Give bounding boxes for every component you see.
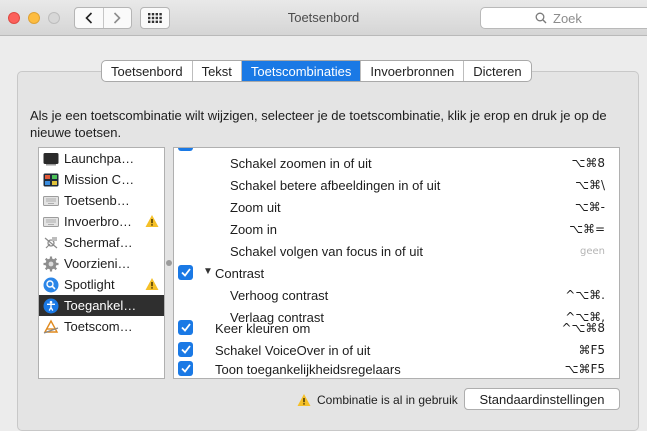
shortcut-row[interactable]: Schakel volgen van focus in of uit geen (174, 240, 619, 262)
tab-toetscombinaties[interactable]: Toetscombinaties (240, 61, 361, 81)
grid-icon (148, 13, 162, 23)
warning-icon (145, 215, 159, 227)
shortcut-group-row[interactable]: ▼ Contrast (174, 262, 619, 284)
show-all-button[interactable] (140, 7, 170, 29)
checkmark-icon (180, 345, 191, 354)
zoom-window-button[interactable] (48, 12, 60, 24)
shortcut-label: Schakel VoiceOver in of uit (215, 343, 371, 358)
category-toegankelijkheid[interactable]: Toegankel… (39, 295, 164, 316)
shortcut-label: Zoom uit (230, 200, 281, 215)
category-toetsenbord[interactable]: Toetsenb… (39, 190, 164, 211)
checkbox-partially-visible[interactable] (178, 148, 193, 151)
category-app-toetscombinaties[interactable]: Toetscom… (39, 316, 164, 337)
disclosure-triangle-icon[interactable]: ▼ (203, 266, 213, 277)
category-launchpad[interactable]: Launchpa… (39, 148, 164, 169)
shortcut-key[interactable]: ⌥⌘= (569, 222, 605, 236)
shortcut-row[interactable]: Zoom in ⌥⌘= (174, 218, 619, 240)
shortcut-key[interactable]: ^⌥⌘. (565, 288, 605, 302)
category-label: Mission C… (64, 172, 135, 187)
tab-tekst[interactable]: Tekst (191, 61, 241, 81)
title-bar: Toetsenbord (0, 0, 647, 36)
warning-icon (297, 394, 311, 406)
category-label: Toegankel… (64, 298, 137, 313)
forward-button[interactable] (102, 8, 132, 28)
tab-bar: Toetsenbord Tekst Toetscombinaties Invoe… (101, 60, 532, 82)
chevron-right-icon (114, 12, 121, 24)
mission-control-icon (43, 172, 59, 188)
conflict-notice: Combinatie is al in gebruik (297, 393, 458, 407)
shortcut-category-list[interactable]: Launchpa… Mission C… Toetsenb… Invoerbro… (38, 147, 165, 379)
split-view-divider-handle[interactable] (166, 260, 172, 266)
category-label: Voorzieni… (64, 256, 131, 271)
category-label: Toetsenb… (64, 193, 130, 208)
shortcut-table[interactable]: Schakel zoomen in of uit ⌥⌘8 Schakel bet… (173, 147, 620, 379)
shortcut-key[interactable]: ⌘F5 (578, 343, 605, 357)
category-spotlight[interactable]: Spotlight (39, 274, 164, 295)
shortcut-row[interactable]: Schakel zoomen in of uit ⌥⌘8 (174, 152, 619, 174)
category-voorzieningen[interactable]: Voorzieni… (39, 253, 164, 274)
shortcut-key[interactable]: ^⌥⌘8 (561, 321, 605, 335)
warning-icon (145, 278, 159, 290)
close-window-button[interactable] (8, 12, 20, 24)
back-button[interactable] (75, 8, 103, 28)
shortcut-label: Schakel volgen van focus in of uit (230, 244, 423, 259)
voiceover-checkbox[interactable] (178, 342, 193, 357)
accessibility-controls-checkbox[interactable] (178, 361, 193, 376)
category-mission-control[interactable]: Mission C… (39, 169, 164, 190)
navigation-buttons (74, 7, 132, 29)
checkmark-icon (180, 364, 191, 373)
search-icon (535, 12, 547, 24)
category-label: Spotlight (64, 277, 115, 292)
instructions-text: Als je een toetscombinatie wilt wijzigen… (30, 108, 607, 140)
shortcut-row[interactable]: Keer kleuren om ^⌥⌘8 (174, 317, 619, 339)
tab-toetsenbord[interactable]: Toetsenbord (102, 61, 192, 81)
shortcut-key[interactable]: ⌥⌘- (575, 200, 605, 214)
services-gear-icon (43, 256, 59, 272)
shortcut-label: Verhoog contrast (230, 288, 329, 303)
invert-colors-checkbox[interactable] (178, 320, 193, 335)
spotlight-icon (43, 277, 59, 293)
minimize-window-button[interactable] (28, 12, 40, 24)
shortcut-label: Zoom in (230, 222, 277, 237)
category-label: Launchpa… (64, 151, 135, 166)
shortcut-key[interactable]: ⌥⌘F5 (565, 362, 605, 376)
input-sources-icon (43, 214, 59, 230)
shortcut-key[interactable]: ⌥⌘8 (572, 156, 605, 170)
launchpad-icon (43, 151, 59, 167)
shortcut-row[interactable]: Zoom uit ⌥⌘- (174, 196, 619, 218)
category-label: Toetscom… (64, 319, 133, 334)
shortcut-label: Contrast (215, 266, 265, 281)
category-label: Schermaf… (64, 235, 133, 250)
search-input[interactable] (551, 9, 641, 27)
conflict-text: Combinatie is al in gebruik (317, 393, 458, 407)
screenshot-icon (43, 235, 59, 251)
restore-defaults-button[interactable]: Standaardinstellingen (464, 388, 620, 410)
app-shortcuts-icon (43, 319, 59, 335)
shortcut-row[interactable]: Verhoog contrast ^⌥⌘. (174, 284, 619, 306)
shortcut-key[interactable]: geen (580, 246, 605, 257)
shortcut-label: Keer kleuren om (215, 321, 311, 336)
chevron-left-icon (85, 12, 92, 24)
checkmark-icon (180, 268, 191, 277)
shortcut-key[interactable]: ⌥⌘\ (575, 178, 605, 192)
checkmark-icon (180, 323, 191, 332)
tab-invoerbronnen[interactable]: Invoerbronnen (360, 61, 463, 81)
contrast-checkbox[interactable] (178, 265, 193, 280)
shortcut-label: Schakel zoomen in of uit (230, 156, 372, 171)
shortcut-label: Schakel betere afbeeldingen in of uit (230, 178, 441, 193)
shortcut-row[interactable]: Schakel betere afbeeldingen in of uit ⌥⌘… (174, 174, 619, 196)
accessibility-icon (43, 298, 59, 314)
shortcut-label: Toon toegankelijkheidsregelaars (215, 362, 401, 377)
category-schermafbeeldingen[interactable]: Schermaf… (39, 232, 164, 253)
shortcut-row[interactable]: Toon toegankelijkheidsregelaars ⌥⌘F5 (174, 358, 619, 378)
category-invoerbronnen[interactable]: Invoerbro… (39, 211, 164, 232)
category-label: Invoerbro… (64, 214, 132, 229)
search-field[interactable] (480, 7, 647, 29)
tab-dicteren[interactable]: Dicteren (463, 61, 530, 81)
keyboard-icon (43, 193, 59, 209)
